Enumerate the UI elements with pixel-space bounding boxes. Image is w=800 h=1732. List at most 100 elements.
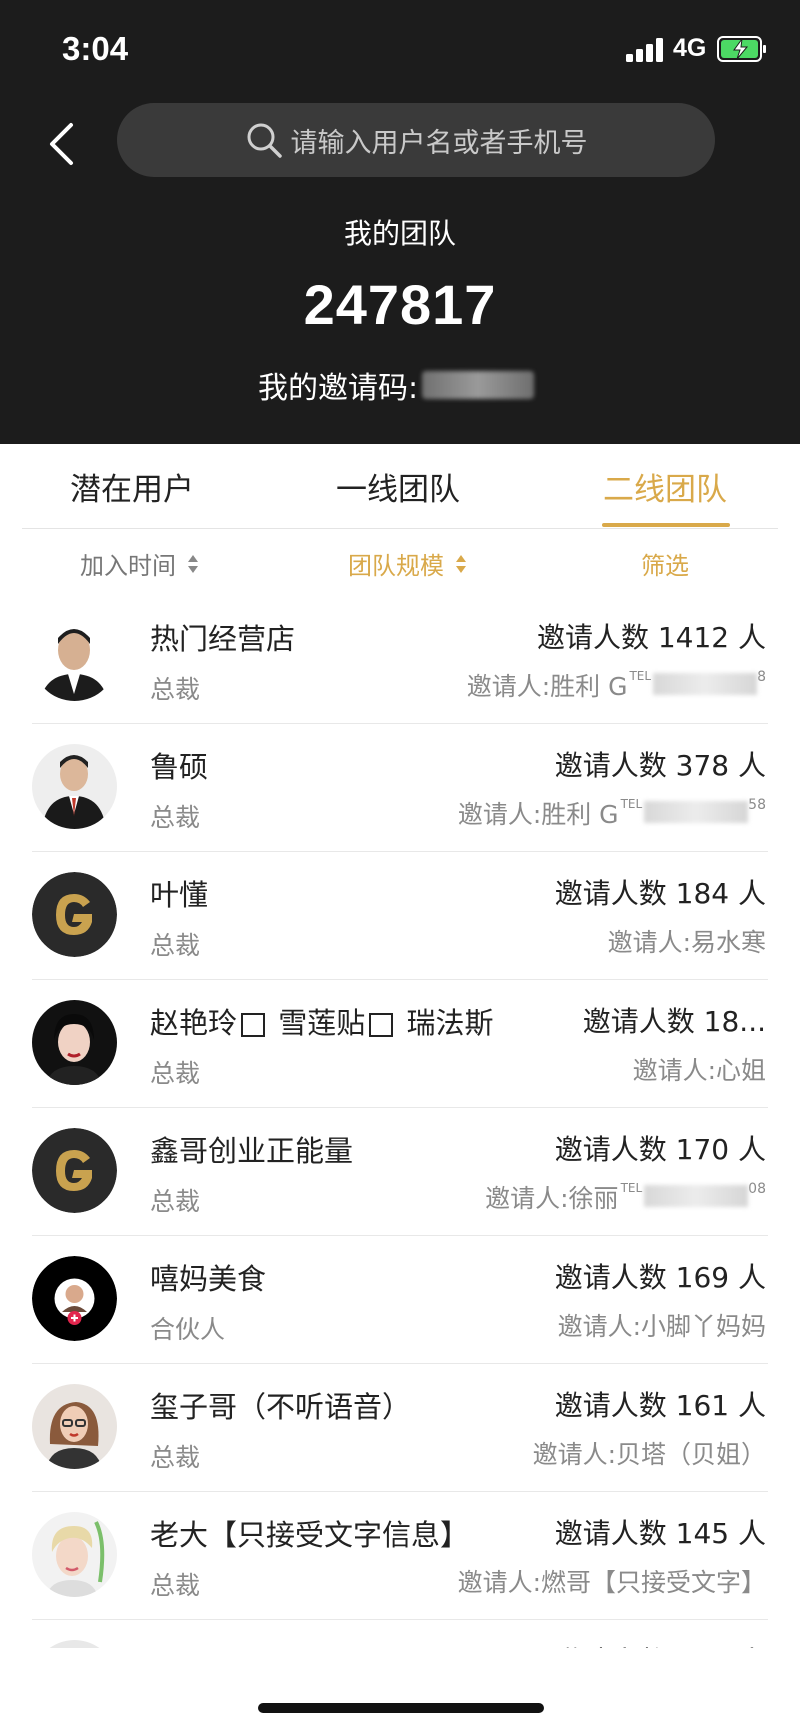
invite-code: 我的邀请码: <box>258 363 535 407</box>
sort-join-time-label: 加入时间 <box>80 552 176 580</box>
team-title: 我的团队 <box>343 217 456 250</box>
phone-tail: 08 <box>748 1181 766 1197</box>
member-role: 总裁 <box>150 1571 201 1600</box>
header: 3:04 4G 请输入用户名或者手机号 我的团队 247817 我的邀请码: <box>0 0 800 444</box>
invite-count: 邀请人数 170 人 <box>554 1133 766 1166</box>
list-item[interactable]: 鲁硕 总裁 邀请人数 378 人 邀请人:胜利 G TEL 58 <box>0 724 800 852</box>
inviter-name: 邀请人:燃哥【只接受文字】 <box>457 1568 766 1597</box>
sort-arrows-icon <box>456 554 466 573</box>
list-item[interactable]: 老大【只接受文字信息】 总裁 邀请人数 145 人 邀请人:燃哥【只接受文字】 <box>0 1492 800 1620</box>
avatar <box>32 616 117 701</box>
list-item[interactable]: 嘻妈美食 合伙人 邀请人数 169 人 邀请人:小脚丫妈妈 <box>0 1236 800 1364</box>
home-indicator[interactable] <box>258 1703 544 1713</box>
avatar <box>32 1000 117 1085</box>
inviter: 邀请人:心姐 <box>633 1051 766 1087</box>
profile-badge-icon <box>32 1256 117 1341</box>
list-item[interactable]: 赵艳玲 雪莲贴 瑞法斯 总裁 邀请人数 18... 邀请人:心姐 <box>0 980 800 1108</box>
invite-count: 邀请人数 169 人 <box>554 1261 766 1294</box>
phone-redacted <box>644 1185 749 1207</box>
list-item[interactable]: 鑫哥创业正能量 总裁 邀请人数 170 人 邀请人:徐丽 TEL 08 <box>0 1108 800 1236</box>
filter-label: 筛选 <box>641 552 689 580</box>
chevron-left-icon <box>50 123 73 165</box>
member-name-part: 雪莲贴 <box>278 1006 366 1040</box>
member-name: 鑫哥创业正能量 <box>150 1134 354 1168</box>
invite-count: 邀请人数 378 人 <box>554 749 766 782</box>
list-item[interactable]: 热门经营店 总裁 邀请人数 1412 人 邀请人:胜利 G TEL 8 <box>0 596 800 724</box>
inviter: 邀请人:胜利 G TEL 8 <box>467 667 766 703</box>
person-portrait-icon <box>32 1384 117 1469</box>
phone-redacted <box>644 801 749 823</box>
phone-tail: 58 <box>748 797 766 813</box>
phone-tail: 8 <box>757 669 766 685</box>
inviter: 邀请人:徐丽 TEL 08 <box>485 1179 766 1215</box>
invite-code-redacted <box>422 371 535 399</box>
inviter-name: 邀请人:心姐 <box>632 1056 766 1085</box>
invite-count: 邀请人数 184 人 <box>554 877 766 910</box>
unknown-glyph-icon <box>369 1013 394 1037</box>
member-name-part: 瑞法斯 <box>406 1006 494 1040</box>
tel-label: TEL <box>629 669 652 683</box>
member-role: 总裁 <box>150 675 201 704</box>
network-label: 4G <box>673 34 707 62</box>
member-role: 总裁 <box>150 803 201 832</box>
sort-team-size-label: 团队规模 <box>348 552 444 580</box>
phone-redacted <box>653 673 758 695</box>
person-portrait-icon <box>32 1000 117 1085</box>
inviter-name: 邀请人:徐丽 <box>485 1184 619 1213</box>
tel-label: TEL <box>620 1181 643 1195</box>
invite-count: 邀请人数 1412 人 <box>536 621 766 654</box>
avatar <box>32 1384 117 1469</box>
sort-team-size[interactable]: 团队规模 <box>348 546 468 581</box>
member-role: 总裁 <box>150 931 201 960</box>
list-bottom-mask <box>0 1648 800 1672</box>
tab-first-line-team[interactable]: 一线团队 <box>298 464 498 509</box>
member-name: 叶懂 <box>150 878 209 912</box>
inviter: 邀请人:易水寒 <box>608 923 766 959</box>
avatar <box>32 1256 117 1341</box>
sort-bar: 加入时间 团队规模 筛选 <box>0 530 800 594</box>
person-portrait-icon <box>32 1512 117 1597</box>
search-input[interactable]: 请输入用户名或者手机号 <box>117 103 715 177</box>
member-role: 总裁 <box>150 1059 201 1088</box>
search-placeholder: 请输入用户名或者手机号 <box>290 127 588 159</box>
avatar <box>32 1128 117 1213</box>
team-count: 247817 <box>303 273 497 336</box>
search-icon <box>247 123 282 158</box>
member-role: 总裁 <box>150 1443 201 1472</box>
list-item[interactable]: 叶懂 总裁 邀请人数 184 人 邀请人:易水寒 <box>0 852 800 980</box>
g-logo-icon <box>32 872 117 957</box>
member-name: 老大【只接受文字信息】 <box>150 1518 470 1552</box>
inviter: 邀请人:贝塔（贝姐） <box>533 1435 766 1471</box>
tabs-divider <box>22 528 778 529</box>
inviter-name: 邀请人:胜利 G <box>457 800 619 829</box>
member-name-part: 赵艳玲 <box>150 1006 238 1040</box>
inviter-name: 邀请人:贝塔（贝姐） <box>532 1440 766 1469</box>
member-name: 热门经营店 <box>150 622 296 656</box>
g-logo-icon <box>32 1128 117 1213</box>
active-tab-indicator <box>602 523 730 527</box>
back-button[interactable] <box>38 116 84 172</box>
tab-second-line-team[interactable]: 二线团队 <box>565 464 765 509</box>
member-name: 鲁硕 <box>150 750 209 784</box>
battery-charging-icon <box>717 36 766 62</box>
member-role: 总裁 <box>150 1187 201 1216</box>
invite-count: 邀请人数 161 人 <box>554 1389 766 1422</box>
person-portrait-icon <box>32 744 117 829</box>
member-list: 热门经营店 总裁 邀请人数 1412 人 邀请人:胜利 G TEL 8 鲁硕 总… <box>0 596 800 1660</box>
avatar <box>32 744 117 829</box>
signal-icon <box>626 38 666 62</box>
inviter: 邀请人:胜利 G TEL 58 <box>458 795 766 831</box>
invite-count: 邀请人数 145 人 <box>554 1517 766 1550</box>
member-name: 玺子哥（不听语音） <box>150 1390 412 1424</box>
team-tabs: 潜在用户 一线团队 二线团队 <box>0 444 800 530</box>
status-bar: 3:04 4G <box>0 0 800 96</box>
unknown-glyph-icon <box>241 1013 266 1037</box>
tel-label: TEL <box>620 797 643 811</box>
inviter-name: 邀请人:易水寒 <box>607 928 766 957</box>
tab-potential-users[interactable]: 潜在用户 <box>32 464 232 509</box>
member-name: 赵艳玲 雪莲贴 瑞法斯 <box>150 1000 493 1042</box>
filter-button[interactable]: 筛选 <box>641 546 689 581</box>
list-item[interactable]: 玺子哥（不听语音） 总裁 邀请人数 161 人 邀请人:贝塔（贝姐） <box>0 1364 800 1492</box>
sort-join-time[interactable]: 加入时间 <box>80 546 200 581</box>
avatar <box>32 1512 117 1597</box>
